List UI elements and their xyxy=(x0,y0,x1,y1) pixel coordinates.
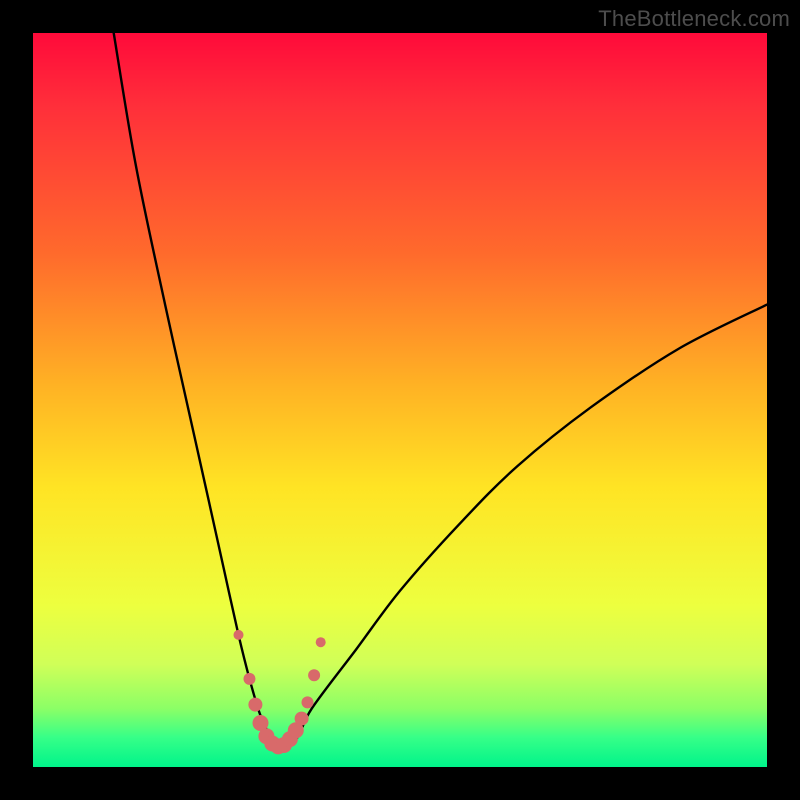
bottleneck-marker xyxy=(316,637,326,647)
plot-area xyxy=(33,33,767,767)
bottleneck-range-markers xyxy=(234,630,326,755)
chart-frame: TheBottleneck.com xyxy=(0,0,800,800)
bottleneck-marker xyxy=(244,673,256,685)
watermark-text: TheBottleneck.com xyxy=(598,6,790,32)
bottleneck-marker xyxy=(308,669,320,681)
bottleneck-marker xyxy=(248,698,262,712)
curve-layer xyxy=(33,33,767,767)
bottleneck-marker xyxy=(295,712,309,726)
bottleneck-marker xyxy=(234,630,244,640)
bottleneck-curve xyxy=(114,33,767,745)
bottleneck-marker xyxy=(302,696,314,708)
